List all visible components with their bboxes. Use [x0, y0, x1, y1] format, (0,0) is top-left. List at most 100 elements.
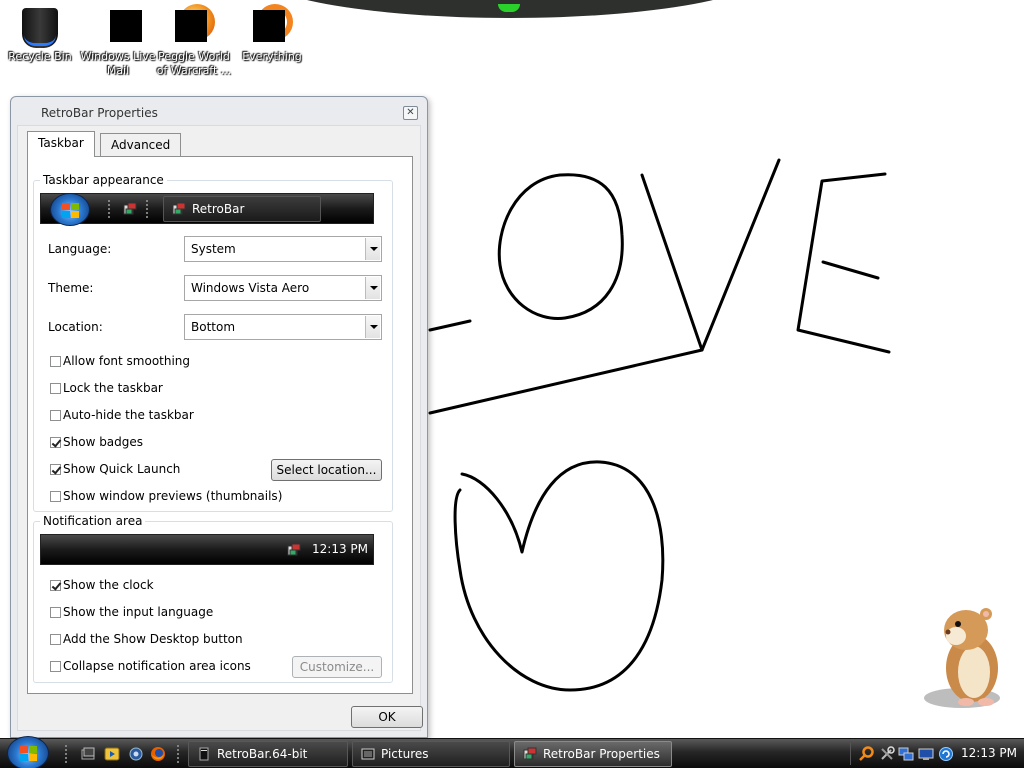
folder-window-icon: [361, 748, 375, 760]
show-badges-checkbox[interactable]: Show badges: [50, 436, 143, 449]
allow-font-smoothing-checkbox[interactable]: Allow font smoothing: [50, 355, 190, 368]
select-location-button[interactable]: Select location...: [271, 459, 382, 481]
taskbar-button-label: RetroBar Properties: [543, 747, 660, 761]
checkbox-box[interactable]: [50, 356, 61, 367]
desktop-icon-windows-live-mail[interactable]: Windows Live Mail: [78, 4, 158, 78]
console-icon: [199, 747, 209, 761]
taskbar-clock[interactable]: 12:13 PM: [961, 739, 1017, 768]
everything-icon-overlay: [253, 10, 285, 42]
taskbar-button-pictures[interactable]: Pictures: [352, 741, 510, 767]
auto-hide-taskbar-checkbox[interactable]: Auto-hide the taskbar: [50, 409, 194, 422]
drawing-stroke-o: [497, 173, 624, 320]
drawing-stroke-l: [428, 319, 472, 332]
grip-icon: [145, 199, 149, 219]
desktop-icon-label: Everything: [242, 50, 302, 63]
checkbox-label: Show the clock: [63, 578, 154, 592]
checkbox-label: Lock the taskbar: [63, 381, 163, 395]
checkbox-box[interactable]: [50, 634, 61, 645]
show-window-previews-checkbox[interactable]: Show window previews (thumbnails): [50, 490, 282, 503]
show-desktop-button-checkbox[interactable]: Add the Show Desktop button: [50, 633, 243, 646]
lock-taskbar-checkbox[interactable]: Lock the taskbar: [50, 382, 163, 395]
firefox-icon[interactable]: [150, 746, 166, 762]
customize-button[interactable]: Customize...: [292, 656, 382, 678]
checkbox-box[interactable]: [50, 437, 61, 448]
show-clock-checkbox[interactable]: Show the clock: [50, 579, 154, 592]
retrobar-icon: [523, 747, 537, 760]
mail-icon: [110, 10, 142, 42]
taskbar-tab-panel: Taskbar appearance RetroBar Language: Sy…: [27, 156, 413, 694]
group-legend: Taskbar appearance: [40, 173, 167, 187]
monitor-icon[interactable]: [918, 746, 934, 762]
checkbox-label: Allow font smoothing: [63, 354, 191, 368]
checkbox-box[interactable]: [50, 607, 61, 618]
tab-label: Taskbar: [38, 136, 84, 150]
tray-divider: [850, 743, 851, 765]
checkbox-box[interactable]: [50, 383, 61, 394]
taskbar-button-retrobar-64bit[interactable]: RetroBar.64-bit: [188, 741, 348, 767]
checkbox-label: Add the Show Desktop button: [63, 632, 243, 646]
retrobar-properties-window[interactable]: RetroBar Properties ✕ Taskbar Advanced T…: [10, 96, 428, 738]
taskbar-button-retrobar-properties[interactable]: RetroBar Properties: [514, 741, 672, 767]
start-orb-preview-icon: [50, 193, 90, 226]
theme-select[interactable]: Windows Vista Aero: [184, 275, 382, 301]
checkbox-box[interactable]: [50, 410, 61, 421]
desktop-icon-peggle[interactable]: Peggle World of Warcraft ...: [154, 4, 234, 78]
tools-icon[interactable]: [879, 746, 895, 762]
drawing-stroke-heart: [453, 460, 665, 692]
checkbox-box[interactable]: [50, 464, 61, 475]
grip-icon: [107, 199, 111, 219]
taskbar-preview: RetroBar: [40, 193, 374, 226]
notification-area-group: Notification area 12:13 PM Show the cloc…: [33, 514, 393, 683]
chevron-down-icon[interactable]: [365, 277, 380, 299]
location-value: Bottom: [191, 320, 236, 334]
checkbox-box[interactable]: [50, 580, 61, 591]
desktop-icon-label: Windows Live Mail: [80, 50, 156, 77]
window-title: RetroBar Properties: [41, 106, 158, 120]
checkbox-box[interactable]: [50, 661, 61, 672]
show-input-language-checkbox[interactable]: Show the input language: [50, 606, 213, 619]
ok-button[interactable]: OK: [351, 706, 423, 728]
checkbox-label: Auto-hide the taskbar: [63, 408, 194, 422]
show-desktop-icon[interactable]: [80, 746, 96, 762]
checkbox-label: Show the input language: [63, 605, 214, 619]
collapse-notification-icons-checkbox[interactable]: Collapse notification area icons: [50, 660, 251, 673]
group-legend: Notification area: [40, 514, 146, 528]
windows-flag-icon: [62, 203, 79, 218]
media-player-icon[interactable]: [104, 746, 120, 762]
theme-value: Windows Vista Aero: [191, 281, 310, 295]
show-quick-launch-checkbox[interactable]: Show Quick Launch: [50, 463, 180, 476]
search-icon[interactable]: [858, 746, 874, 762]
taskbar-button-label: RetroBar.64-bit: [217, 747, 308, 761]
desktop-icon-label: Peggle World of Warcraft ...: [156, 50, 232, 77]
retrobar-quicklaunch-icon: [123, 202, 137, 215]
hamster-gadget-icon[interactable]: [922, 606, 1008, 710]
checkbox-label: Show window previews (thumbnails): [63, 489, 283, 503]
location-select[interactable]: Bottom: [184, 314, 382, 340]
update-icon[interactable]: [938, 746, 954, 762]
location-label: Location:: [48, 320, 103, 334]
close-icon: ✕: [406, 107, 415, 118]
tab-label: Advanced: [111, 138, 171, 152]
close-button[interactable]: ✕: [403, 106, 418, 120]
desktop-icon-everything[interactable]: Everything: [232, 4, 312, 64]
chevron-down-icon[interactable]: [365, 238, 380, 260]
drawing-stroke-e: [796, 172, 891, 354]
recycle-bin-icon: [22, 8, 58, 48]
network-icon[interactable]: [898, 746, 914, 762]
tab-advanced[interactable]: Advanced: [100, 133, 182, 157]
desktop-icon-label: Recycle Bin: [8, 50, 72, 63]
chevron-down-icon[interactable]: [365, 316, 380, 338]
retrobar-tray-icon: [287, 543, 301, 556]
language-label: Language:: [48, 242, 112, 256]
grip-icon: [176, 744, 180, 764]
checkbox-box[interactable]: [50, 491, 61, 502]
desktop-icon-recycle-bin[interactable]: Recycle Bin: [0, 4, 80, 64]
language-select[interactable]: System: [184, 236, 382, 262]
retrobar-icon: [172, 202, 186, 215]
taskbar-appearance-group: Taskbar appearance RetroBar Language: Sy…: [33, 173, 393, 512]
switch-windows-icon[interactable]: [128, 746, 144, 762]
start-button[interactable]: [7, 736, 49, 768]
preview-task-label: RetroBar: [192, 202, 245, 216]
drawing-stroke-underline: [428, 348, 704, 415]
tab-taskbar[interactable]: Taskbar: [27, 131, 95, 157]
